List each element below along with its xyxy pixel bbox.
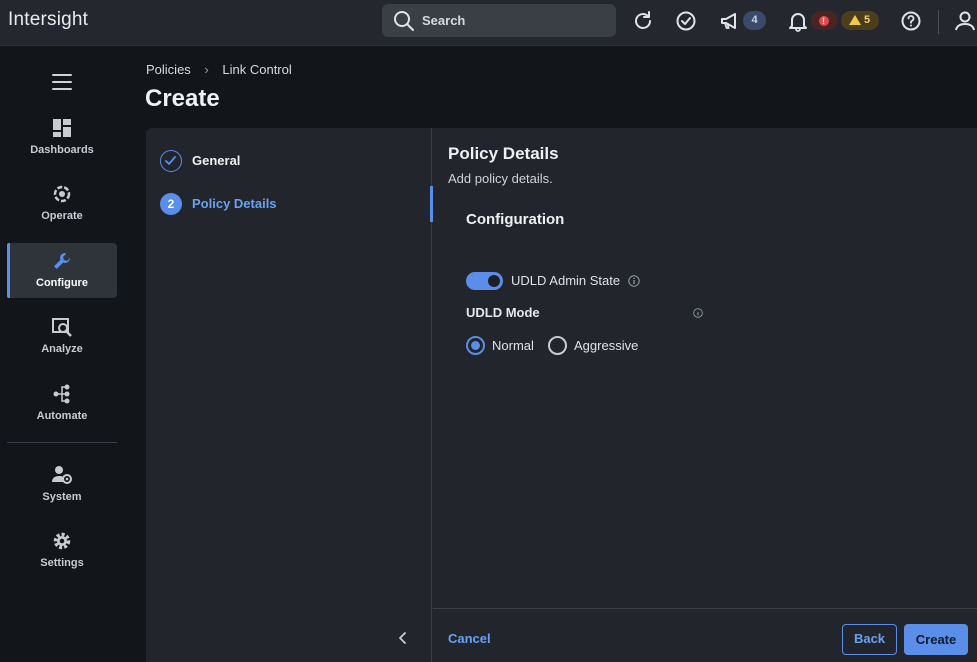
collapse-chevron-left-icon[interactable] bbox=[396, 630, 410, 646]
critical-alarm-icon bbox=[819, 12, 829, 31]
notifications-count-badge[interactable]: 4 bbox=[743, 11, 766, 30]
sidebar-item-label: Analyze bbox=[41, 343, 83, 355]
udld-mode-normal-radio[interactable] bbox=[466, 336, 485, 355]
app-title: Intersight bbox=[8, 9, 89, 30]
sidebar-item-operate[interactable]: Operate bbox=[7, 176, 117, 231]
tasks-check-icon[interactable] bbox=[674, 9, 698, 33]
refresh-icon[interactable] bbox=[631, 9, 655, 33]
sidebar-item-configure[interactable]: Configure bbox=[7, 243, 117, 298]
step-number: 2 bbox=[160, 193, 182, 215]
menu-hamburger-icon[interactable] bbox=[52, 74, 72, 95]
announcement-megaphone-icon[interactable] bbox=[718, 9, 742, 33]
sidebar-item-label: Automate bbox=[36, 410, 88, 422]
help-icon[interactable] bbox=[899, 9, 923, 33]
udld-mode-normal-label[interactable]: Normal bbox=[492, 338, 534, 353]
udld-mode-aggressive-label[interactable]: Aggressive bbox=[574, 338, 638, 353]
operate-icon bbox=[53, 185, 71, 203]
step-label: Policy Details bbox=[192, 196, 277, 211]
page-title: Create bbox=[145, 85, 220, 112]
sidebar-item-label: System bbox=[42, 491, 82, 503]
sidebar-item-label: Operate bbox=[41, 210, 83, 222]
search-box[interactable]: Search bbox=[382, 4, 616, 37]
warning-triangle-icon bbox=[849, 15, 861, 25]
analyze-icon bbox=[52, 318, 72, 337]
critical-alarm-badge[interactable] bbox=[811, 11, 838, 31]
toolbar-divider bbox=[938, 10, 939, 34]
sidebar-item-label: Configure bbox=[36, 277, 88, 289]
sidebar-item-dashboards[interactable]: Dashboards bbox=[7, 110, 117, 165]
configure-wrench-icon bbox=[54, 253, 70, 269]
search-icon bbox=[394, 11, 414, 31]
back-button[interactable]: Back bbox=[842, 624, 897, 655]
configuration-heading: Configuration bbox=[466, 211, 565, 228]
alarm-bell-icon[interactable] bbox=[786, 9, 810, 33]
warning-alarm-badge[interactable]: 5 bbox=[841, 11, 879, 30]
dashboards-icon bbox=[53, 119, 71, 137]
settings-gear-icon bbox=[53, 532, 71, 550]
breadcrumb-link-link-control[interactable]: Link Control bbox=[222, 62, 291, 77]
sidebar-item-label: Dashboards bbox=[30, 144, 94, 156]
wizard-footer: Cancel Back Create bbox=[433, 608, 977, 662]
sidebar-item-automate[interactable]: Automate bbox=[7, 376, 117, 431]
udld-mode-aggressive-radio[interactable] bbox=[548, 336, 567, 355]
sidebar-item-label: Settings bbox=[40, 557, 84, 569]
automate-icon bbox=[53, 384, 70, 404]
sidebar-item-system[interactable]: System bbox=[7, 457, 117, 512]
sidebar-divider bbox=[7, 442, 117, 443]
warning-alarm-count: 5 bbox=[864, 14, 871, 26]
sidebar: Dashboards Operate Configure Analyze Aut… bbox=[0, 47, 124, 662]
create-button[interactable]: Create bbox=[904, 624, 968, 655]
udld-mode-label: UDLD Mode bbox=[466, 305, 540, 320]
wizard-steps: General 2 Policy Details bbox=[146, 128, 432, 662]
system-user-gear-icon bbox=[52, 466, 72, 484]
wizard-panel: General 2 Policy Details Policy Details … bbox=[146, 128, 977, 662]
breadcrumb-chevron-right-icon: › bbox=[204, 62, 209, 77]
user-profile-icon[interactable] bbox=[953, 9, 977, 33]
step-complete-check-icon bbox=[160, 150, 182, 172]
info-icon[interactable] bbox=[628, 275, 640, 287]
search-placeholder: Search bbox=[422, 13, 466, 28]
breadcrumb: Policies › Link Control bbox=[146, 62, 292, 77]
policy-details-form: Policy Details Add policy details. Confi… bbox=[433, 128, 977, 662]
udld-admin-state-label: UDLD Admin State bbox=[511, 273, 621, 288]
breadcrumb-link-policies[interactable]: Policies bbox=[146, 62, 191, 77]
top-bar: Intersight Search 4 5 bbox=[0, 0, 977, 46]
info-icon[interactable] bbox=[693, 308, 703, 318]
sidebar-item-analyze[interactable]: Analyze bbox=[7, 309, 117, 364]
cancel-button[interactable]: Cancel bbox=[448, 631, 491, 646]
sidebar-item-settings[interactable]: Settings bbox=[7, 523, 117, 578]
udld-admin-state-toggle[interactable] bbox=[466, 272, 503, 290]
section-title: Policy Details bbox=[448, 144, 559, 163]
section-subtitle: Add policy details. bbox=[448, 171, 553, 186]
step-label: General bbox=[192, 153, 241, 168]
